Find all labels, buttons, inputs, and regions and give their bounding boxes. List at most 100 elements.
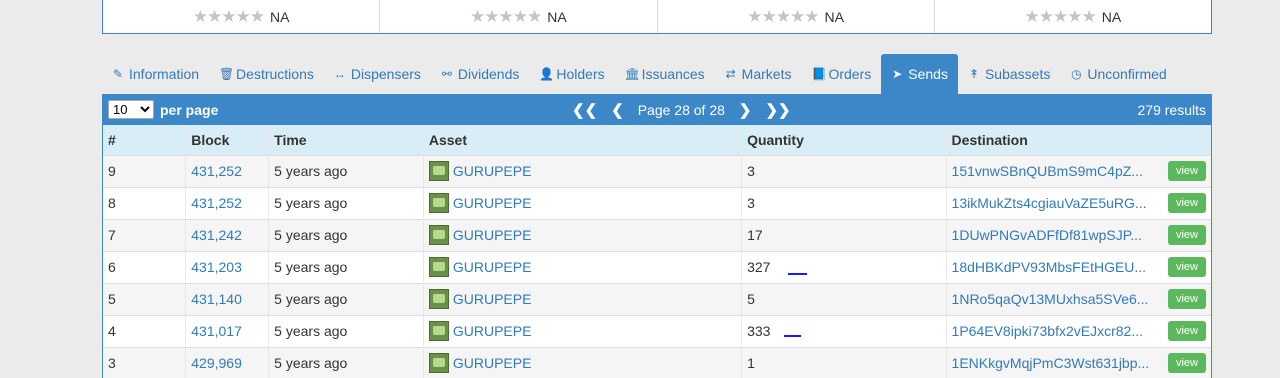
view-button[interactable]: view [1167, 257, 1206, 277]
star-rating-icon[interactable]: ★★★★★ [470, 8, 542, 25]
quantity-cell: 327 [741, 251, 947, 283]
row-number: 8 [103, 187, 187, 219]
tab-label: Dividends [457, 66, 520, 82]
star-rating-icon[interactable]: ★★★★★ [1025, 8, 1097, 25]
row-time: 5 years ago [268, 347, 424, 378]
rating-value: NA [270, 8, 290, 25]
row-number: 9 [103, 155, 187, 187]
row-time: 5 years ago [268, 155, 424, 187]
book-icon: 📘 [811, 67, 827, 81]
destination-link[interactable]: 1NRo5qaQv13MUxhsa5SVe6... [952, 291, 1149, 307]
tab-label: Unconfirmed [1087, 66, 1167, 82]
view-button[interactable]: view [1167, 225, 1206, 245]
tab-label: Information [129, 66, 200, 82]
asset-link[interactable]: GURUPEPE [453, 323, 532, 339]
per-page-select[interactable]: 10 [108, 100, 154, 119]
view-button[interactable]: view [1167, 289, 1206, 309]
block-link[interactable]: 429,969 [191, 355, 242, 371]
table-row: 9 431,252 5 years ago GURUPEPE 3 151vnwS… [103, 155, 1211, 187]
rating-cell: ★★★★★ NA [935, 0, 1211, 33]
tab-sends[interactable]: ➤ Sends [881, 54, 958, 94]
rating-value: NA [1101, 8, 1122, 25]
row-number: 4 [103, 315, 187, 347]
block-link[interactable]: 431,140 [191, 291, 242, 307]
tab-holders[interactable]: 👤 Holders [529, 54, 614, 94]
tab-information[interactable]: ✎ Information [102, 54, 209, 94]
tab-dividends[interactable]: ⚯ Dividends [431, 54, 529, 94]
tab-markets[interactable]: ⇄ Markets [715, 54, 802, 94]
row-quantity: 17 [741, 219, 947, 251]
star-rating-icon[interactable]: ★★★★★ [193, 8, 265, 25]
per-page-control: 10 per page [102, 100, 218, 119]
sitemap-icon: ⚯ [441, 67, 452, 81]
column-header: Destination [951, 131, 1028, 148]
block-link[interactable]: 431,242 [191, 227, 242, 243]
tab-label: Subassets [984, 66, 1051, 82]
row-time: 5 years ago [268, 251, 424, 283]
rating-value: NA [824, 8, 844, 25]
asset-image-icon [428, 193, 449, 213]
tab-label: Orders [828, 66, 872, 82]
row-time: 5 years ago [268, 283, 424, 315]
row-number: 6 [103, 251, 187, 283]
table-row: 7 431,242 5 years ago GURUPEPE 17 1DUwPN… [103, 219, 1211, 251]
block-link[interactable]: 431,252 [191, 163, 242, 179]
row-time: 5 years ago [268, 219, 424, 251]
pager-bar: 10 per page ❮❮ ❮ Page 28 of 28 ❯ ❯❯ 279 … [102, 94, 1212, 125]
arrows-horizontal-icon: ↔ [333, 67, 346, 81]
asset-image-icon [428, 353, 449, 374]
next-page-icon[interactable]: ❯ [739, 101, 752, 119]
row-quantity: 333 [747, 323, 771, 339]
destination-link[interactable]: 13ikMukZts4cgiauVaZE5uRG... [952, 195, 1147, 211]
tab-unconfirmed[interactable]: ◷ Unconfirmed [1060, 54, 1176, 94]
user-icon: 👤 [539, 67, 555, 81]
clock-icon: ◷ [1071, 67, 1082, 81]
destination-link[interactable]: 1DUwPNGvADFfDf81wpSJP... [952, 227, 1142, 243]
tab-label: Holders [556, 66, 605, 82]
block-link[interactable]: 431,203 [191, 259, 242, 275]
row-quantity: 5 [741, 283, 947, 315]
block-link[interactable]: 431,252 [191, 195, 242, 211]
asset-link[interactable]: GURUPEPE [453, 163, 532, 179]
asset-image-icon [428, 225, 449, 245]
tab-label: Sends [908, 66, 948, 82]
column-header: Quantity [741, 125, 947, 155]
row-time: 5 years ago [268, 315, 424, 347]
destination-link[interactable]: 1P64EV8ipki73bfx2vEJxcr82... [952, 323, 1143, 339]
bank-icon: 🏛 [624, 67, 640, 81]
prev-page-icon[interactable]: ❮ [611, 101, 624, 119]
tab-orders[interactable]: 📘 Orders [801, 54, 881, 94]
trash-icon: 🗑 [219, 67, 235, 81]
first-page-icon[interactable]: ❮❮ [572, 101, 597, 119]
view-button[interactable]: view [1167, 193, 1206, 213]
destination-link[interactable]: 1ENKkgvMqjPmC3Wst631jbp... [952, 355, 1150, 371]
tab-issuances[interactable]: 🏛 Issuances [615, 54, 715, 94]
tab-subassets[interactable]: ↟ Subassets [958, 54, 1060, 94]
asset-image-icon [428, 257, 449, 277]
asset-link[interactable]: GURUPEPE [453, 259, 532, 275]
block-link[interactable]: 431,017 [191, 323, 242, 339]
quantity-cell: 333 [741, 315, 947, 347]
tab-label: Issuances [641, 66, 705, 82]
row-number: 5 [103, 283, 187, 315]
last-page-icon[interactable]: ❯❯ [765, 101, 790, 119]
destination-link[interactable]: 151vnwSBnQUBmS9mC4pZ... [952, 163, 1143, 179]
asset-link[interactable]: GURUPEPE [453, 195, 532, 211]
asset-link[interactable]: GURUPEPE [453, 291, 532, 307]
view-button[interactable]: view [1167, 321, 1206, 341]
child-icon: ↟ [968, 67, 979, 81]
page-indicator: Page 28 of 28 [637, 101, 725, 118]
destination-link[interactable]: 18dHBKdPV93MbsFEtHGEU... [952, 259, 1147, 275]
asset-link[interactable]: GURUPEPE [453, 227, 532, 243]
table-row: 4 431,017 5 years ago GURUPEPE 333 1P64E… [103, 315, 1211, 347]
tab-destructions[interactable]: 🗑 Destructions [209, 54, 324, 94]
star-rating-icon[interactable]: ★★★★★ [747, 8, 819, 25]
tab-label: Markets [741, 66, 792, 82]
view-button[interactable]: view [1167, 353, 1206, 374]
row-quantity: 1 [741, 347, 947, 378]
view-button[interactable]: view [1167, 161, 1206, 181]
tab-dispensers[interactable]: ↔ Dispensers [324, 54, 431, 94]
asset-link[interactable]: GURUPEPE [453, 355, 532, 371]
row-time: 5 years ago [268, 187, 424, 219]
row-quantity: 327 [747, 259, 771, 275]
